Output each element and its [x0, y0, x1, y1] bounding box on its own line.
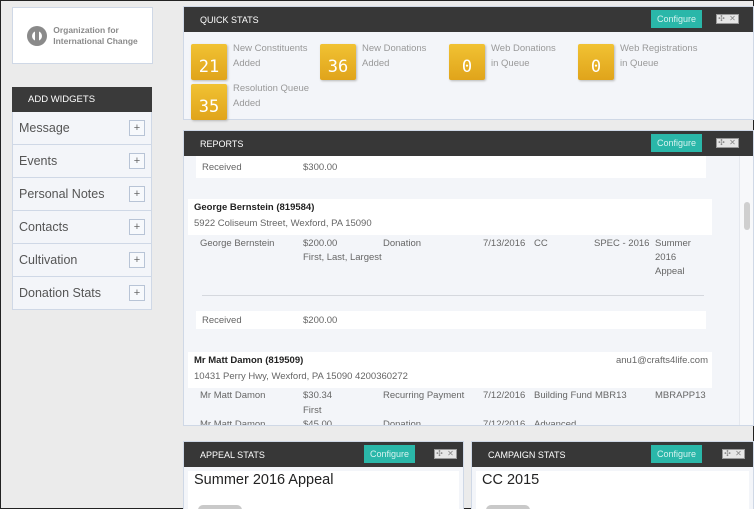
- add-icon[interactable]: +: [129, 120, 145, 136]
- org-logo[interactable]: Organization for International Change: [12, 7, 153, 64]
- move-close-icon[interactable]: ✣ ✕: [716, 138, 739, 148]
- received-row: Received $200.00: [196, 311, 706, 329]
- add-widgets-title: ADD WIDGETS: [12, 87, 152, 112]
- move-close-icon[interactable]: ✣ ✕: [434, 449, 457, 459]
- campaign-stats-header: CAMPAIGN STATS Configure ✣ ✕: [472, 442, 753, 467]
- add-icon[interactable]: +: [129, 153, 145, 169]
- divider: [202, 295, 704, 296]
- panel-title: REPORTS: [200, 138, 244, 149]
- scrollbar-track[interactable]: [739, 156, 753, 425]
- campaign-stats-panel: CAMPAIGN STATS Configure ✣ ✕ CC 2015: [471, 441, 754, 509]
- widget-item-personal-notes[interactable]: Personal Notes +: [12, 178, 152, 211]
- campaign-name: CC 2015: [482, 472, 540, 488]
- stat-value: 36: [320, 44, 356, 80]
- stat-web-registrations[interactable]: 0 Web Registrations in Queue: [578, 43, 697, 80]
- panel-title: CAMPAIGN STATS: [488, 449, 566, 460]
- panel-title: APPEAL STATS: [200, 449, 265, 460]
- widget-item-donation-stats[interactable]: Donation Stats +: [12, 277, 152, 310]
- widget-item-message[interactable]: Message +: [12, 112, 152, 145]
- reports-panel: REPORTS Configure ✣ ✕ Received $300.00 G…: [183, 130, 754, 426]
- received-row: Received $300.00: [196, 156, 706, 178]
- add-icon[interactable]: +: [129, 285, 145, 301]
- stat-web-donations[interactable]: 0 Web Donations in Queue: [449, 43, 556, 80]
- add-icon[interactable]: +: [129, 252, 145, 268]
- campaign-chart-pill: [486, 505, 530, 509]
- appeal-stats-header: APPEAL STATS Configure ✣ ✕: [184, 442, 463, 467]
- configure-button[interactable]: Configure: [651, 134, 703, 152]
- stat-new-donations[interactable]: 36 New Donations Added: [320, 43, 426, 80]
- globe-c-icon: [27, 25, 48, 46]
- reports-header: REPORTS Configure ✣ ✕: [184, 131, 753, 156]
- widget-item-events[interactable]: Events +: [12, 145, 152, 178]
- reports-list: Received $300.00 George Bernstein (81958…: [184, 156, 753, 425]
- stat-value: 35: [191, 84, 227, 120]
- stat-new-constituents[interactable]: 21 New Constituents Added: [191, 43, 307, 80]
- widget-item-contacts[interactable]: Contacts +: [12, 211, 152, 244]
- stat-value: 0: [578, 44, 614, 80]
- configure-button[interactable]: Configure: [651, 445, 703, 463]
- move-close-icon[interactable]: ✣ ✕: [716, 14, 739, 24]
- scrollbar-thumb[interactable]: [744, 202, 750, 230]
- quick-stats-panel: QUICK STATS Configure ✣ ✕ 21 New Constit…: [183, 6, 754, 120]
- org-name: Organization for International Change: [53, 24, 138, 46]
- appeal-stats-panel: APPEAL STATS Configure ✣ ✕ Summer 2016 A…: [183, 441, 464, 509]
- configure-button[interactable]: Configure: [651, 10, 703, 28]
- stat-value: 0: [449, 44, 485, 80]
- quick-stats-header: QUICK STATS Configure ✣ ✕: [184, 7, 753, 32]
- add-widgets-panel: ADD WIDGETS Message + Events + Personal No…: [12, 87, 152, 310]
- donor-header[interactable]: George Bernstein (819584) 5922 Coliseum …: [188, 199, 712, 235]
- widget-item-cultivation[interactable]: Cultivation +: [12, 244, 152, 277]
- stat-value: 21: [191, 44, 227, 80]
- panel-title: QUICK STATS: [200, 14, 259, 25]
- appeal-chart-pill: [198, 505, 242, 509]
- configure-button[interactable]: Configure: [364, 445, 416, 463]
- move-close-icon[interactable]: ✣ ✕: [722, 449, 745, 459]
- add-icon[interactable]: +: [129, 219, 145, 235]
- donor-header[interactable]: Mr Matt Damon (819509) 10431 Perry Hwy, …: [188, 352, 712, 388]
- add-icon[interactable]: +: [129, 186, 145, 202]
- stat-resolution-queue[interactable]: 35 Resolution Queue Added: [191, 83, 309, 120]
- appeal-name: Summer 2016 Appeal: [194, 472, 334, 488]
- donor-email[interactable]: anu1@crafts4life.com: [616, 355, 708, 366]
